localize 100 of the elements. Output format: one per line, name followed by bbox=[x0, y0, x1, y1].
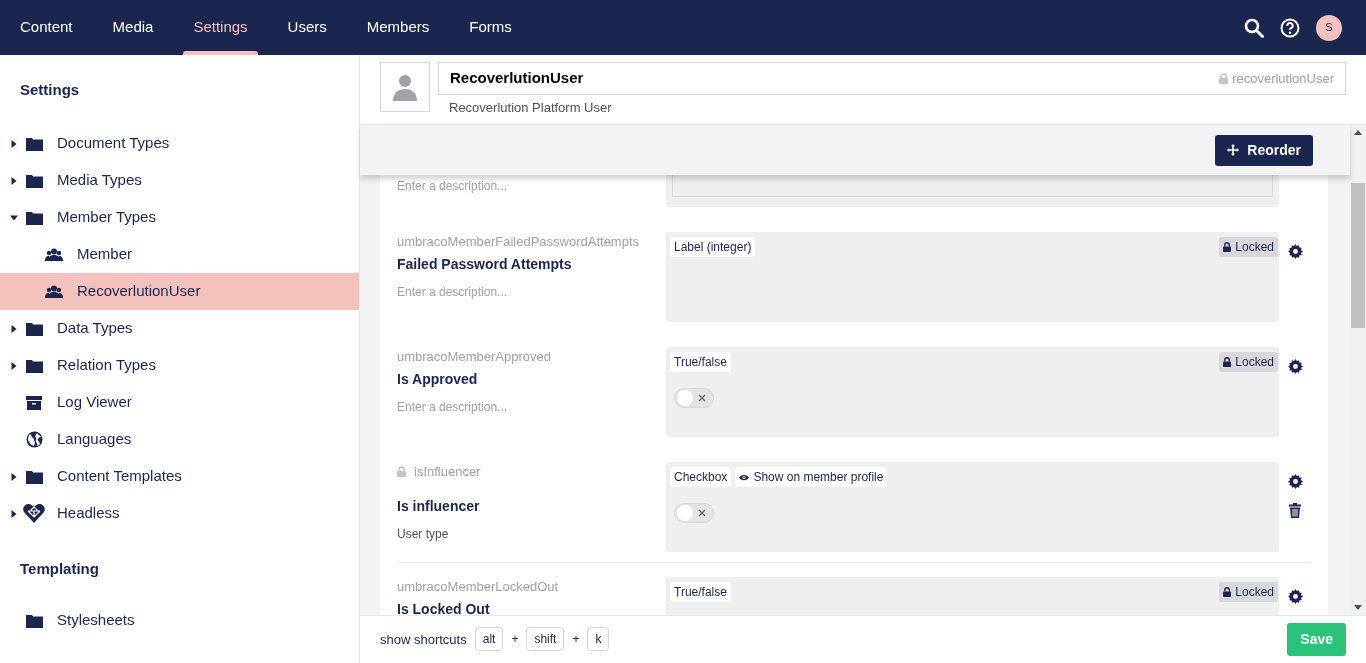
locked-tag: Locked bbox=[1219, 237, 1278, 257]
description-field[interactable]: Enter a description... bbox=[397, 397, 617, 416]
caret-right-icon[interactable] bbox=[10, 361, 18, 370]
description-field[interactable]: Enter a description... bbox=[397, 177, 617, 195]
keyboard-key: k bbox=[587, 627, 610, 652]
name-text: RecoverlutionUser bbox=[450, 68, 584, 88]
plus-sign: + bbox=[511, 631, 519, 649]
search-icon[interactable] bbox=[1244, 17, 1264, 38]
tree-item-label: Media Types bbox=[57, 170, 142, 191]
avatar-placeholder[interactable] bbox=[380, 62, 430, 112]
caret-down-icon[interactable] bbox=[10, 213, 18, 222]
property-alias: umbracoMemberApproved bbox=[397, 348, 551, 366]
visibility-tag: Show on member profile bbox=[735, 467, 888, 487]
property-alias: umbracoMemberLockedOut bbox=[397, 578, 559, 596]
tree-item-label: Relation Types bbox=[57, 355, 156, 376]
tree-item[interactable]: Content Templates bbox=[0, 458, 359, 495]
locked-tag: Locked bbox=[1219, 352, 1278, 372]
toggle-switch[interactable] bbox=[674, 503, 714, 523]
nav-tab[interactable]: Members bbox=[346, 0, 450, 55]
folder-icon bbox=[25, 613, 43, 628]
x-icon bbox=[698, 509, 706, 517]
tree-item[interactable]: Media Types bbox=[0, 162, 359, 199]
tree-item[interactable]: Stylesheets bbox=[0, 602, 359, 639]
folder-icon bbox=[25, 358, 43, 373]
tree-item[interactable]: Headless bbox=[0, 495, 359, 532]
name-field[interactable]: RecoverlutionUser recoverlutionUser bbox=[438, 62, 1346, 95]
description-field[interactable]: User type bbox=[397, 524, 617, 543]
nav-tab[interactable]: Content bbox=[0, 0, 93, 55]
trash-icon[interactable] bbox=[1289, 503, 1301, 518]
settings-icon[interactable] bbox=[1287, 589, 1303, 604]
scrollbar[interactable] bbox=[1350, 125, 1366, 615]
property-name: Is Approved bbox=[397, 369, 479, 389]
editor-tag: Label (integer) bbox=[670, 237, 756, 257]
settings-icon[interactable] bbox=[1287, 359, 1303, 374]
tree-item[interactable]: Member bbox=[0, 236, 359, 273]
tree-item[interactable]: Member Types bbox=[0, 199, 359, 236]
tree-item-label: Data Types bbox=[57, 318, 133, 339]
archive-icon bbox=[26, 395, 42, 410]
property-alias: umbracoMemberFailedPasswordAttempts bbox=[397, 233, 640, 251]
tree-item[interactable]: Languages bbox=[0, 421, 359, 458]
nav-tab[interactable]: Users bbox=[267, 0, 347, 55]
tree-item[interactable]: Relation Types bbox=[0, 347, 359, 384]
reorder-button[interactable]: Reorder bbox=[1215, 134, 1313, 166]
section-title: Settings bbox=[19, 79, 81, 100]
keyboard-key: alt bbox=[474, 627, 504, 652]
caret-right-icon[interactable] bbox=[10, 472, 18, 481]
property-name: Is Locked Out bbox=[397, 599, 491, 615]
lock-icon bbox=[1223, 587, 1232, 597]
caret-right-icon[interactable] bbox=[10, 139, 18, 148]
user-avatar[interactable]: S bbox=[1316, 14, 1342, 41]
caret-right-icon[interactable] bbox=[10, 324, 18, 333]
settings-icon[interactable] bbox=[1287, 244, 1303, 259]
tree-item[interactable]: RecoverlutionUser bbox=[0, 273, 359, 310]
folder-icon bbox=[25, 210, 43, 225]
property-alias: isInfluencer bbox=[414, 463, 481, 481]
tree-item-label: Languages bbox=[57, 429, 132, 450]
scrollbar-thumb[interactable] bbox=[1351, 183, 1365, 328]
locked-tag: Locked bbox=[1219, 582, 1278, 602]
nav-tab[interactable]: Settings bbox=[173, 0, 268, 55]
person-icon bbox=[391, 73, 419, 101]
tree-item[interactable]: Document Types bbox=[0, 125, 359, 162]
description-field[interactable]: Enter a description... bbox=[397, 282, 617, 301]
property-name: Is influencer bbox=[397, 496, 481, 516]
people-icon bbox=[45, 248, 63, 261]
alias-text: recoverlutionUser bbox=[1232, 69, 1334, 88]
scroll-down-icon[interactable] bbox=[1354, 604, 1362, 610]
editor-tag: Checkbox bbox=[670, 467, 732, 487]
eye-icon bbox=[739, 473, 750, 481]
caret-right-icon[interactable] bbox=[10, 176, 18, 185]
editor-tag: True/false bbox=[670, 582, 731, 602]
lock-icon bbox=[1223, 357, 1232, 367]
folder-icon bbox=[25, 321, 43, 336]
tree-item-label: RecoverlutionUser bbox=[77, 281, 201, 302]
nav-tab[interactable]: Forms bbox=[449, 0, 532, 55]
editor-tag: True/false bbox=[670, 352, 731, 372]
caret-right-icon[interactable] bbox=[10, 509, 18, 518]
help-icon[interactable] bbox=[1280, 17, 1300, 38]
tree-item-label: Stylesheets bbox=[57, 610, 135, 631]
plus-sign: + bbox=[572, 631, 580, 649]
tree-item-label: Content Templates bbox=[57, 466, 182, 487]
toggle-switch[interactable] bbox=[674, 388, 714, 408]
shortcuts-label: show shortcuts bbox=[380, 630, 467, 649]
folder-icon bbox=[25, 469, 43, 484]
tree-item-label: Headless bbox=[57, 503, 120, 524]
nav-tab[interactable]: Media bbox=[92, 0, 174, 55]
scroll-up-icon[interactable] bbox=[1354, 130, 1362, 135]
tree-item-label: Member Types bbox=[57, 207, 156, 228]
tree-item[interactable]: Log Viewer bbox=[0, 384, 359, 421]
tree-item-label: Log Viewer bbox=[57, 392, 132, 413]
settings-icon[interactable] bbox=[1287, 474, 1303, 489]
tree-item[interactable]: Data Types bbox=[0, 310, 359, 347]
people-icon bbox=[45, 285, 63, 298]
tree-item-label: Member bbox=[77, 244, 132, 265]
property-name: Failed Password Attempts bbox=[397, 254, 573, 274]
move-icon bbox=[1227, 144, 1240, 156]
x-icon bbox=[698, 394, 706, 402]
section-title: Templating bbox=[19, 558, 100, 579]
folder-icon bbox=[25, 136, 43, 151]
folder-icon bbox=[25, 173, 43, 188]
description-text[interactable]: Recoverlution Platform User bbox=[438, 94, 1346, 117]
